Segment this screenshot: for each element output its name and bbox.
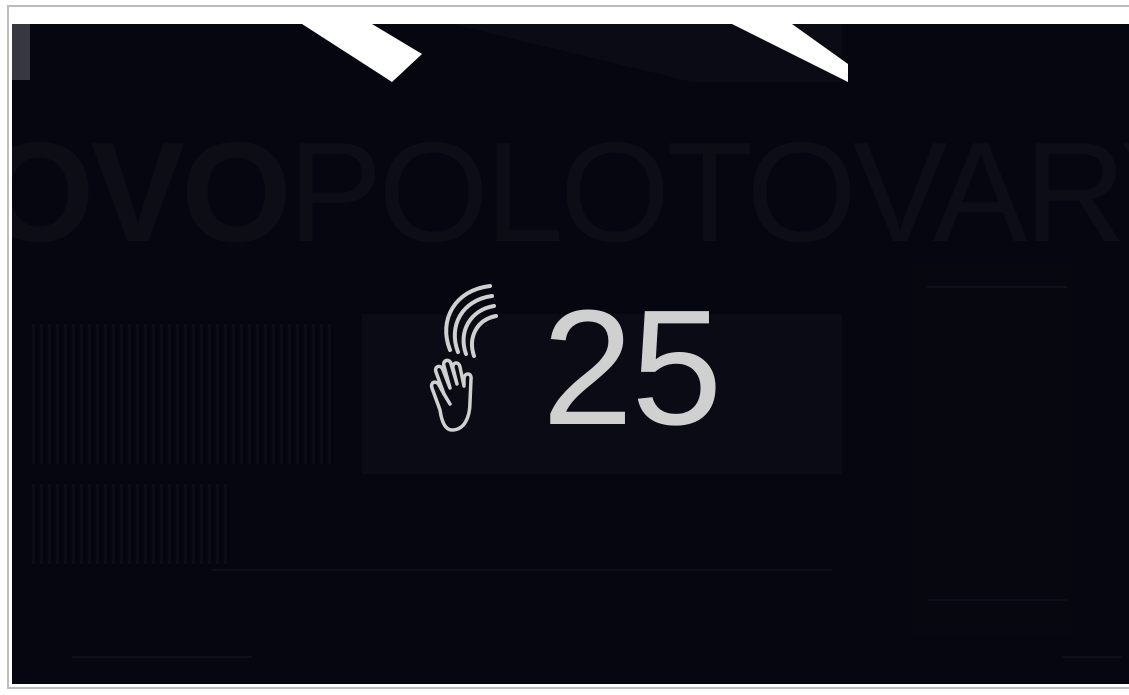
display-screen[interactable]: OVOPOLOTOVARY 25 xyxy=(12,24,1129,684)
background-brand-bold: OVO xyxy=(12,113,292,272)
countdown-counter: 25 xyxy=(542,276,722,459)
background-brand-light: POLOTOVARY xyxy=(287,113,1129,272)
background-sidebar-line-1 xyxy=(927,286,1067,288)
background-sidebar-line-2 xyxy=(927,599,1067,601)
top-diagonal-shapes xyxy=(12,24,848,82)
background-stripes-left xyxy=(32,324,332,464)
window-frame: OVOPOLOTOVARY 25 xyxy=(0,0,1129,695)
background-sidebar xyxy=(912,264,1072,634)
background-underline xyxy=(212,569,832,571)
background-footer-line-left xyxy=(72,656,252,658)
background-footer-line-right xyxy=(1062,656,1122,658)
hand-wave-icon xyxy=(429,284,498,432)
background-brand-text: OVOPOLOTOVARY xyxy=(12,122,1129,264)
gesture-counter-overlay: 25 xyxy=(420,280,750,450)
background-stripes-lower xyxy=(32,484,232,564)
